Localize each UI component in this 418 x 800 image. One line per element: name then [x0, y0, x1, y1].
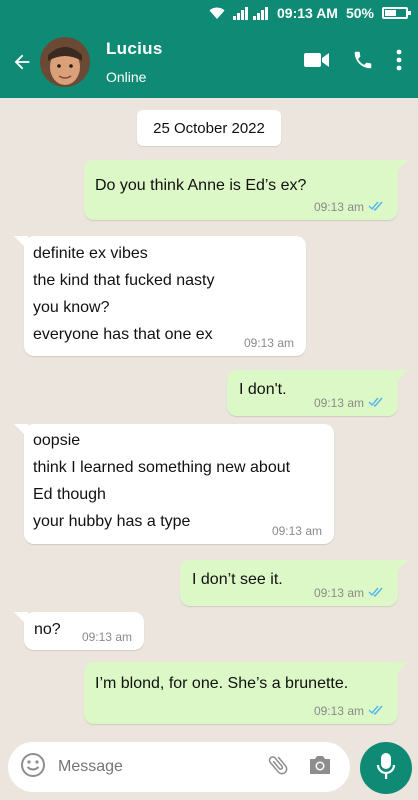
message-text: everyone has that one ex: [33, 326, 213, 343]
message-text: the kind that fucked nasty: [33, 272, 215, 289]
emoji-icon[interactable]: [20, 752, 46, 783]
chat-area[interactable]: 25 October 2022 Do you think Anne is Ed’…: [0, 98, 418, 740]
avatar[interactable]: [40, 37, 90, 87]
message-bubble-incoming[interactable]: no? 09:13 am: [14, 612, 144, 650]
message-time: 09:13 am: [81, 630, 132, 644]
message-composer: [8, 742, 350, 792]
message-text: definite ex vibes: [33, 245, 148, 262]
message-text: Do you think Anne is Ed’s ex?: [95, 177, 307, 194]
double-check-icon: [368, 200, 386, 214]
contact-status: Online: [106, 69, 147, 85]
back-arrow-icon[interactable]: [4, 51, 40, 73]
message-time: 09:13 am: [313, 586, 364, 600]
message-bubble-incoming[interactable]: definite ex vibes the kind that fucked n…: [14, 236, 306, 356]
message-text: oopsie: [33, 432, 81, 449]
battery-icon: [382, 7, 411, 19]
double-check-icon: [368, 586, 386, 600]
message-text: I don’t see it.: [192, 571, 283, 588]
message-text: Ed though: [33, 486, 106, 503]
camera-icon[interactable]: [308, 754, 332, 781]
video-call-icon[interactable]: [304, 51, 330, 74]
message-time: 09:13 am: [271, 524, 322, 538]
message-text: you know?: [33, 299, 110, 316]
message-bubble-outgoing[interactable]: I don’t see it. 09:13 am: [180, 560, 408, 606]
double-check-icon: [368, 704, 386, 718]
attachment-icon[interactable]: [266, 753, 290, 782]
status-time: 09:13 AM: [277, 5, 338, 21]
message-time: 09:13 am: [243, 336, 294, 350]
message-time: 09:13 am: [313, 396, 364, 410]
voice-record-button[interactable]: [360, 742, 412, 794]
message-bubble-outgoing[interactable]: I’m blond, for one. She’s a brunette. 09…: [84, 662, 408, 724]
double-check-icon: [368, 396, 386, 410]
message-bubble-outgoing[interactable]: Do you think Anne is Ed’s ex? 09:13 am: [84, 160, 408, 220]
message-time: 09:13 am: [313, 200, 364, 214]
message-text: think I learned something new about: [33, 459, 291, 476]
phone-call-icon[interactable]: [352, 49, 374, 76]
message-input[interactable]: [58, 758, 266, 776]
microphone-icon: [376, 752, 396, 785]
date-separator: 25 October 2022: [137, 110, 281, 146]
more-options-icon[interactable]: [396, 49, 402, 76]
contact-name: Lucius: [106, 39, 163, 58]
message-bubble-incoming[interactable]: oopsie think I learned something new abo…: [14, 424, 334, 544]
message-text: I don't.: [239, 381, 287, 398]
status-bar: 09:13 AM 50%: [0, 0, 418, 26]
wifi-icon: [209, 6, 225, 20]
message-text: I’m blond, for one. She’s a brunette.: [95, 675, 349, 692]
message-bubble-outgoing[interactable]: I don't. 09:13 am: [227, 370, 408, 416]
chat-header: Lucius Online: [0, 26, 418, 98]
message-time: 09:13 am: [313, 704, 364, 718]
battery-percent: 50%: [345, 5, 374, 21]
signal-icon: [233, 6, 269, 20]
message-text: your hubby has a type: [33, 513, 191, 530]
message-text: no?: [34, 621, 61, 638]
contact-info[interactable]: Lucius Online: [106, 39, 304, 85]
